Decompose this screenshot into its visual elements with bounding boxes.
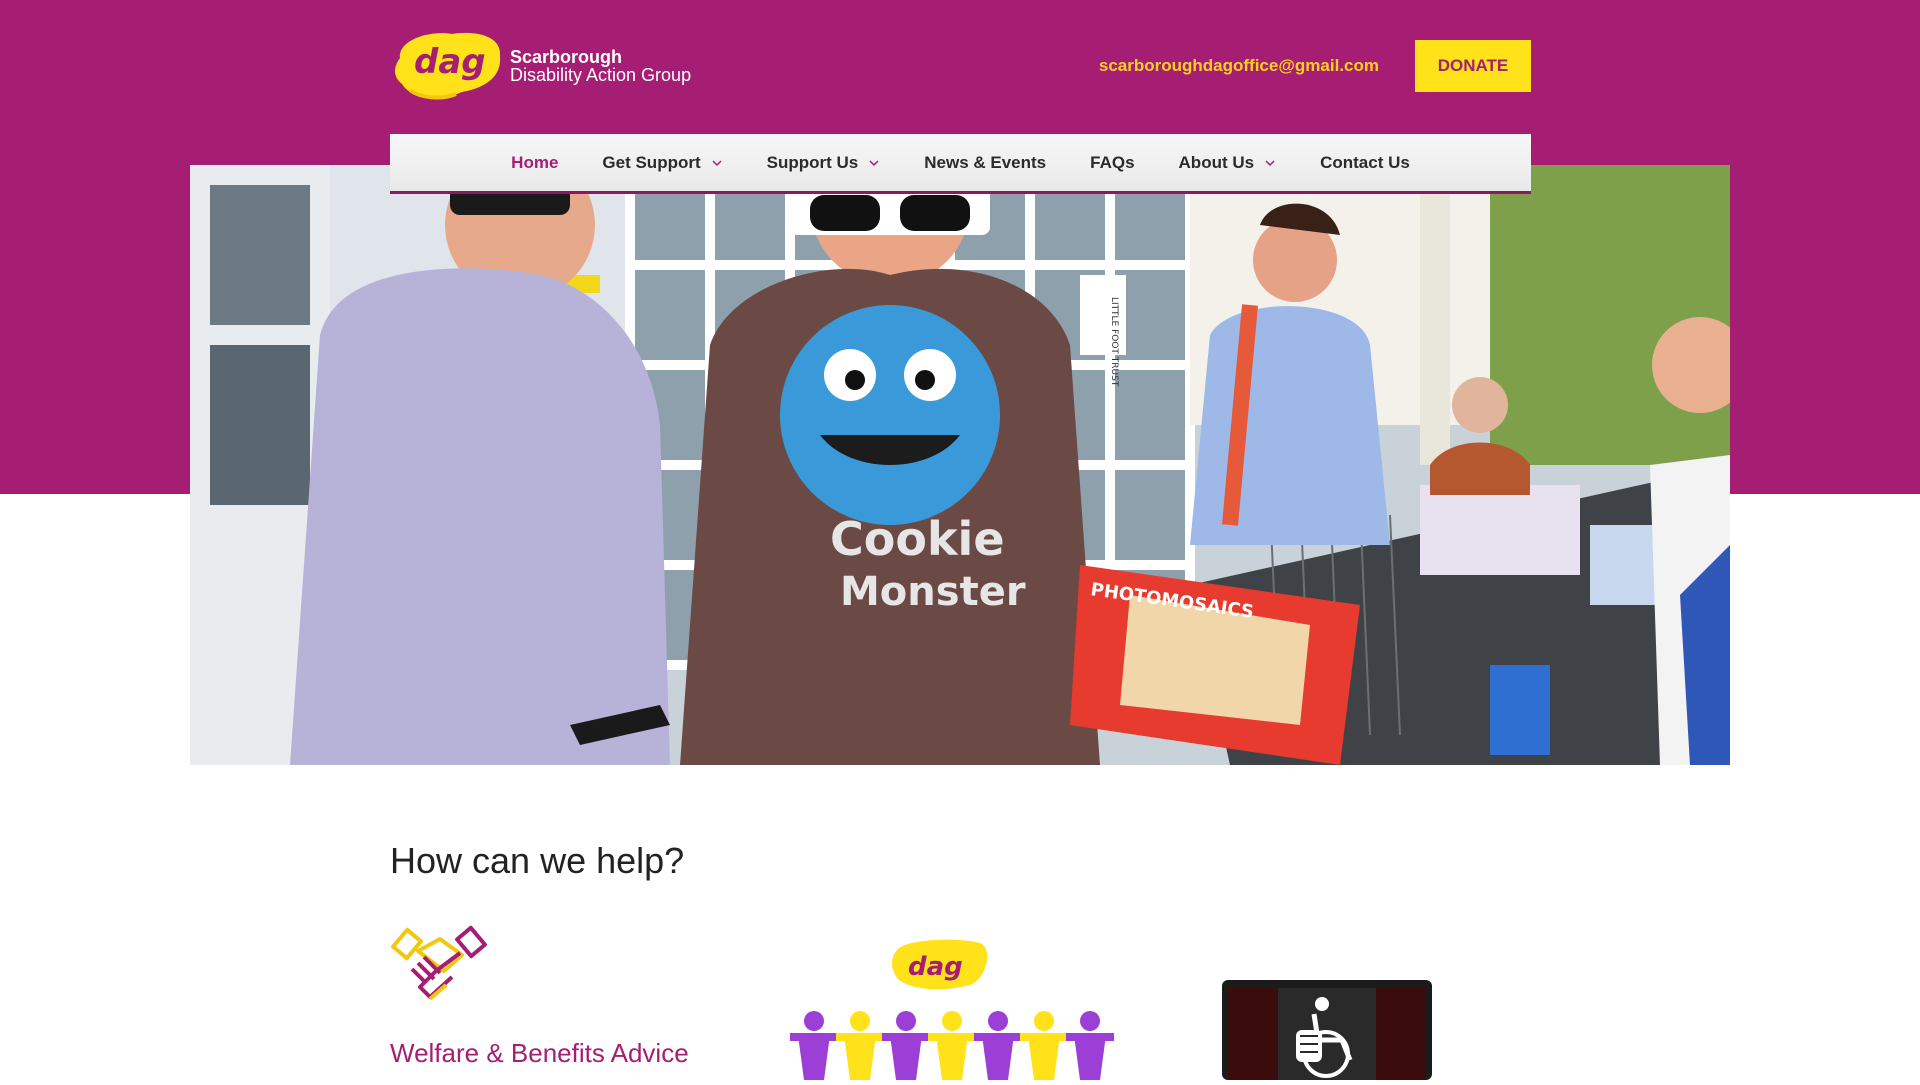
main-nav: Home Get Support Support Us News & Event… xyxy=(390,134,1531,194)
handshake-icon xyxy=(390,925,490,1009)
card-badge-text: dag xyxy=(908,952,963,982)
section-title: How can we help? xyxy=(390,840,685,881)
nav-item-label: Support Us xyxy=(766,152,859,172)
chevron-down-icon xyxy=(1265,159,1275,166)
nav-item-label: Home xyxy=(511,152,559,172)
chevron-down-icon xyxy=(869,159,879,166)
header-email-link[interactable]: scarboroughdagoffice@gmail.com xyxy=(1099,56,1379,76)
nav-item-label: About Us xyxy=(1178,152,1255,172)
nav-item-label: News & Events xyxy=(924,152,1047,172)
wheelchair-fist-icon[interactable] xyxy=(1222,980,1432,1080)
nav-item-label: Contact Us xyxy=(1320,152,1410,172)
nav-item-faqs[interactable]: FAQs xyxy=(1068,134,1156,191)
hero-shirt-text-2: Monster xyxy=(840,569,1026,615)
site-logo[interactable]: dag Scarborough Disability Action Group xyxy=(390,28,720,104)
nav-item-about-us[interactable]: About Us xyxy=(1157,134,1299,191)
nav-item-support-us[interactable]: Support Us xyxy=(745,134,903,191)
donate-button[interactable]: DONATE xyxy=(1415,40,1531,92)
nav-item-label: FAQs xyxy=(1090,152,1135,172)
logo-subtitle: Disability Action Group xyxy=(510,65,692,85)
nav-item-home[interactable]: Home xyxy=(489,134,580,191)
nav-item-news-events[interactable]: News & Events xyxy=(902,134,1068,191)
chevron-down-icon xyxy=(712,159,722,166)
welfare-benefits-link[interactable]: Welfare & Benefits Advice xyxy=(390,1038,689,1069)
hero-image: LITTLE FOOT TRUST Cookie Monster PHOTOMO… xyxy=(190,165,1730,765)
hero-sign-text: LITTLE FOOT TRUST xyxy=(1109,297,1119,387)
logo-title: Scarborough xyxy=(510,47,623,67)
dag-people-chain-icon[interactable]: dag xyxy=(790,935,1120,1080)
hero-shirt-text-1: Cookie xyxy=(830,512,1005,566)
nav-item-label: Get Support xyxy=(602,152,701,172)
logo-badge-text: dag xyxy=(414,42,486,82)
nav-item-contact-us[interactable]: Contact Us xyxy=(1298,134,1432,191)
dag-logo-icon: dag xyxy=(390,28,504,104)
nav-item-get-support[interactable]: Get Support xyxy=(580,134,744,191)
